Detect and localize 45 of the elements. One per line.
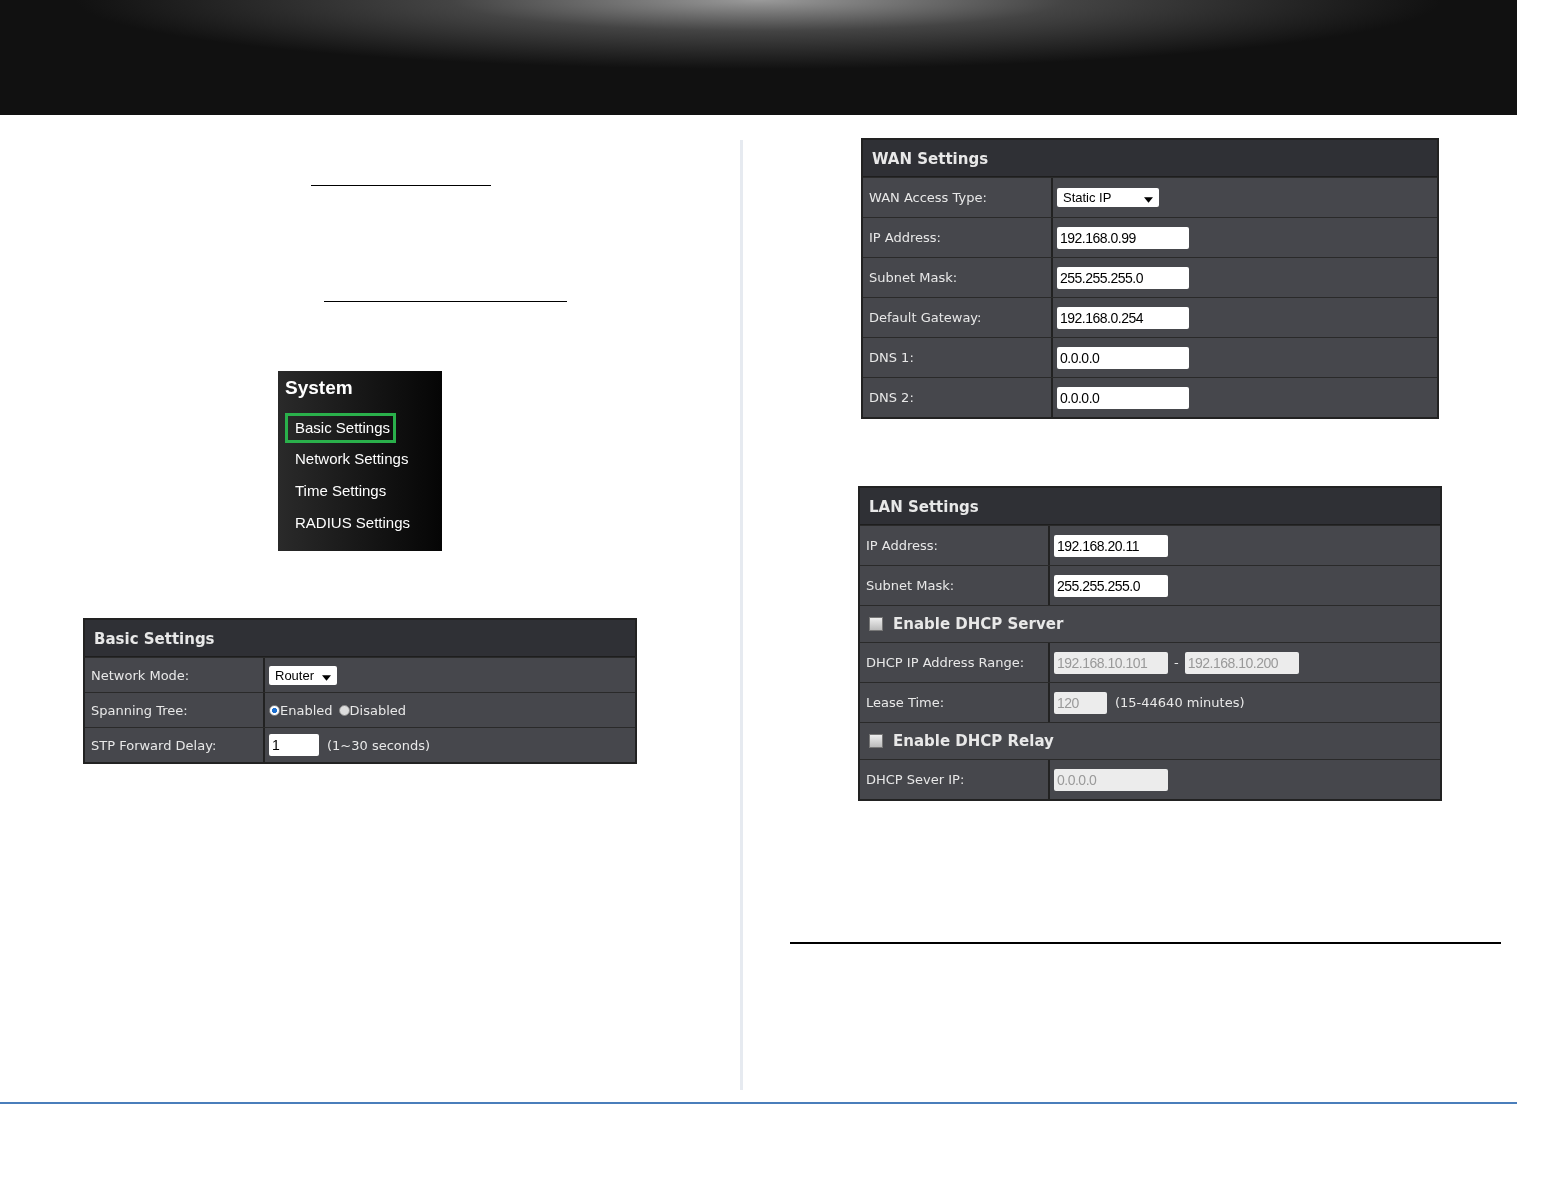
input-field[interactable]: 192.168.0.254 (1057, 306, 1189, 329)
field-label: IP Address: (869, 230, 941, 245)
field-label: DHCP Sever IP: (866, 772, 965, 787)
hint-text: (1~30 seconds) (327, 737, 431, 753)
caret-icon (322, 674, 332, 681)
input-field[interactable]: 0.0.0.0 (1057, 346, 1189, 369)
input-field[interactable]: 192.168.0.99 (1057, 226, 1189, 249)
input-field[interactable]: 255.255.255.0 (1057, 266, 1189, 289)
menu-item[interactable]: Network Settings (285, 445, 412, 477)
menu-item[interactable]: Time Settings (285, 477, 390, 509)
field-label: Default Gateway: (869, 310, 982, 325)
dropdown[interactable]: Static IP (1057, 188, 1159, 207)
field-label: DNS 2: (869, 390, 914, 405)
field-label: DHCP IP Address Range: (866, 655, 1025, 670)
checkbox[interactable] (869, 617, 883, 631)
field-label: DNS 1: (869, 350, 914, 365)
field-label: Subnet Mask: (866, 578, 955, 593)
radio-button[interactable] (338, 704, 350, 716)
checkbox-label: Enable DHCP Server (893, 615, 1064, 633)
menu-title: System (285, 377, 354, 399)
panel-title: Basic Settings (85, 620, 635, 657)
field-label: WAN Access Type: (869, 190, 987, 205)
checkbox[interactable] (869, 734, 883, 748)
panel-title: LAN Settings (860, 488, 1440, 525)
field-label: Spanning Tree: (91, 702, 188, 718)
radio-label: Enabled (280, 702, 333, 718)
input-field[interactable]: 255.255.255.0 (1054, 574, 1168, 597)
caret-icon (1144, 197, 1153, 203)
field-label: STP Forward Delay: (91, 737, 217, 753)
range-separator: - (1174, 655, 1179, 670)
input-field[interactable]: 0.0.0.0 (1057, 386, 1189, 409)
radio-label: Disabled (349, 702, 407, 718)
field-label: Network Mode: (91, 667, 190, 683)
panel-title: WAN Settings (863, 140, 1437, 177)
input-field[interactable]: 192.168.20.11 (1054, 534, 1168, 557)
dropdown[interactable]: Router (269, 665, 338, 685)
field-label: IP Address: (866, 538, 938, 553)
input-field[interactable]: 1 (269, 734, 319, 756)
hint-text: (15-44640 minutes) (1115, 695, 1245, 710)
menu-item[interactable]: RADIUS Settings (285, 509, 414, 541)
checkbox-label: Enable DHCP Relay (893, 732, 1054, 750)
menu-item[interactable]: Basic Settings (285, 413, 397, 443)
field-label: Subnet Mask: (869, 270, 958, 285)
radio-button[interactable] (269, 704, 280, 716)
field-label: Lease Time: (866, 695, 945, 710)
